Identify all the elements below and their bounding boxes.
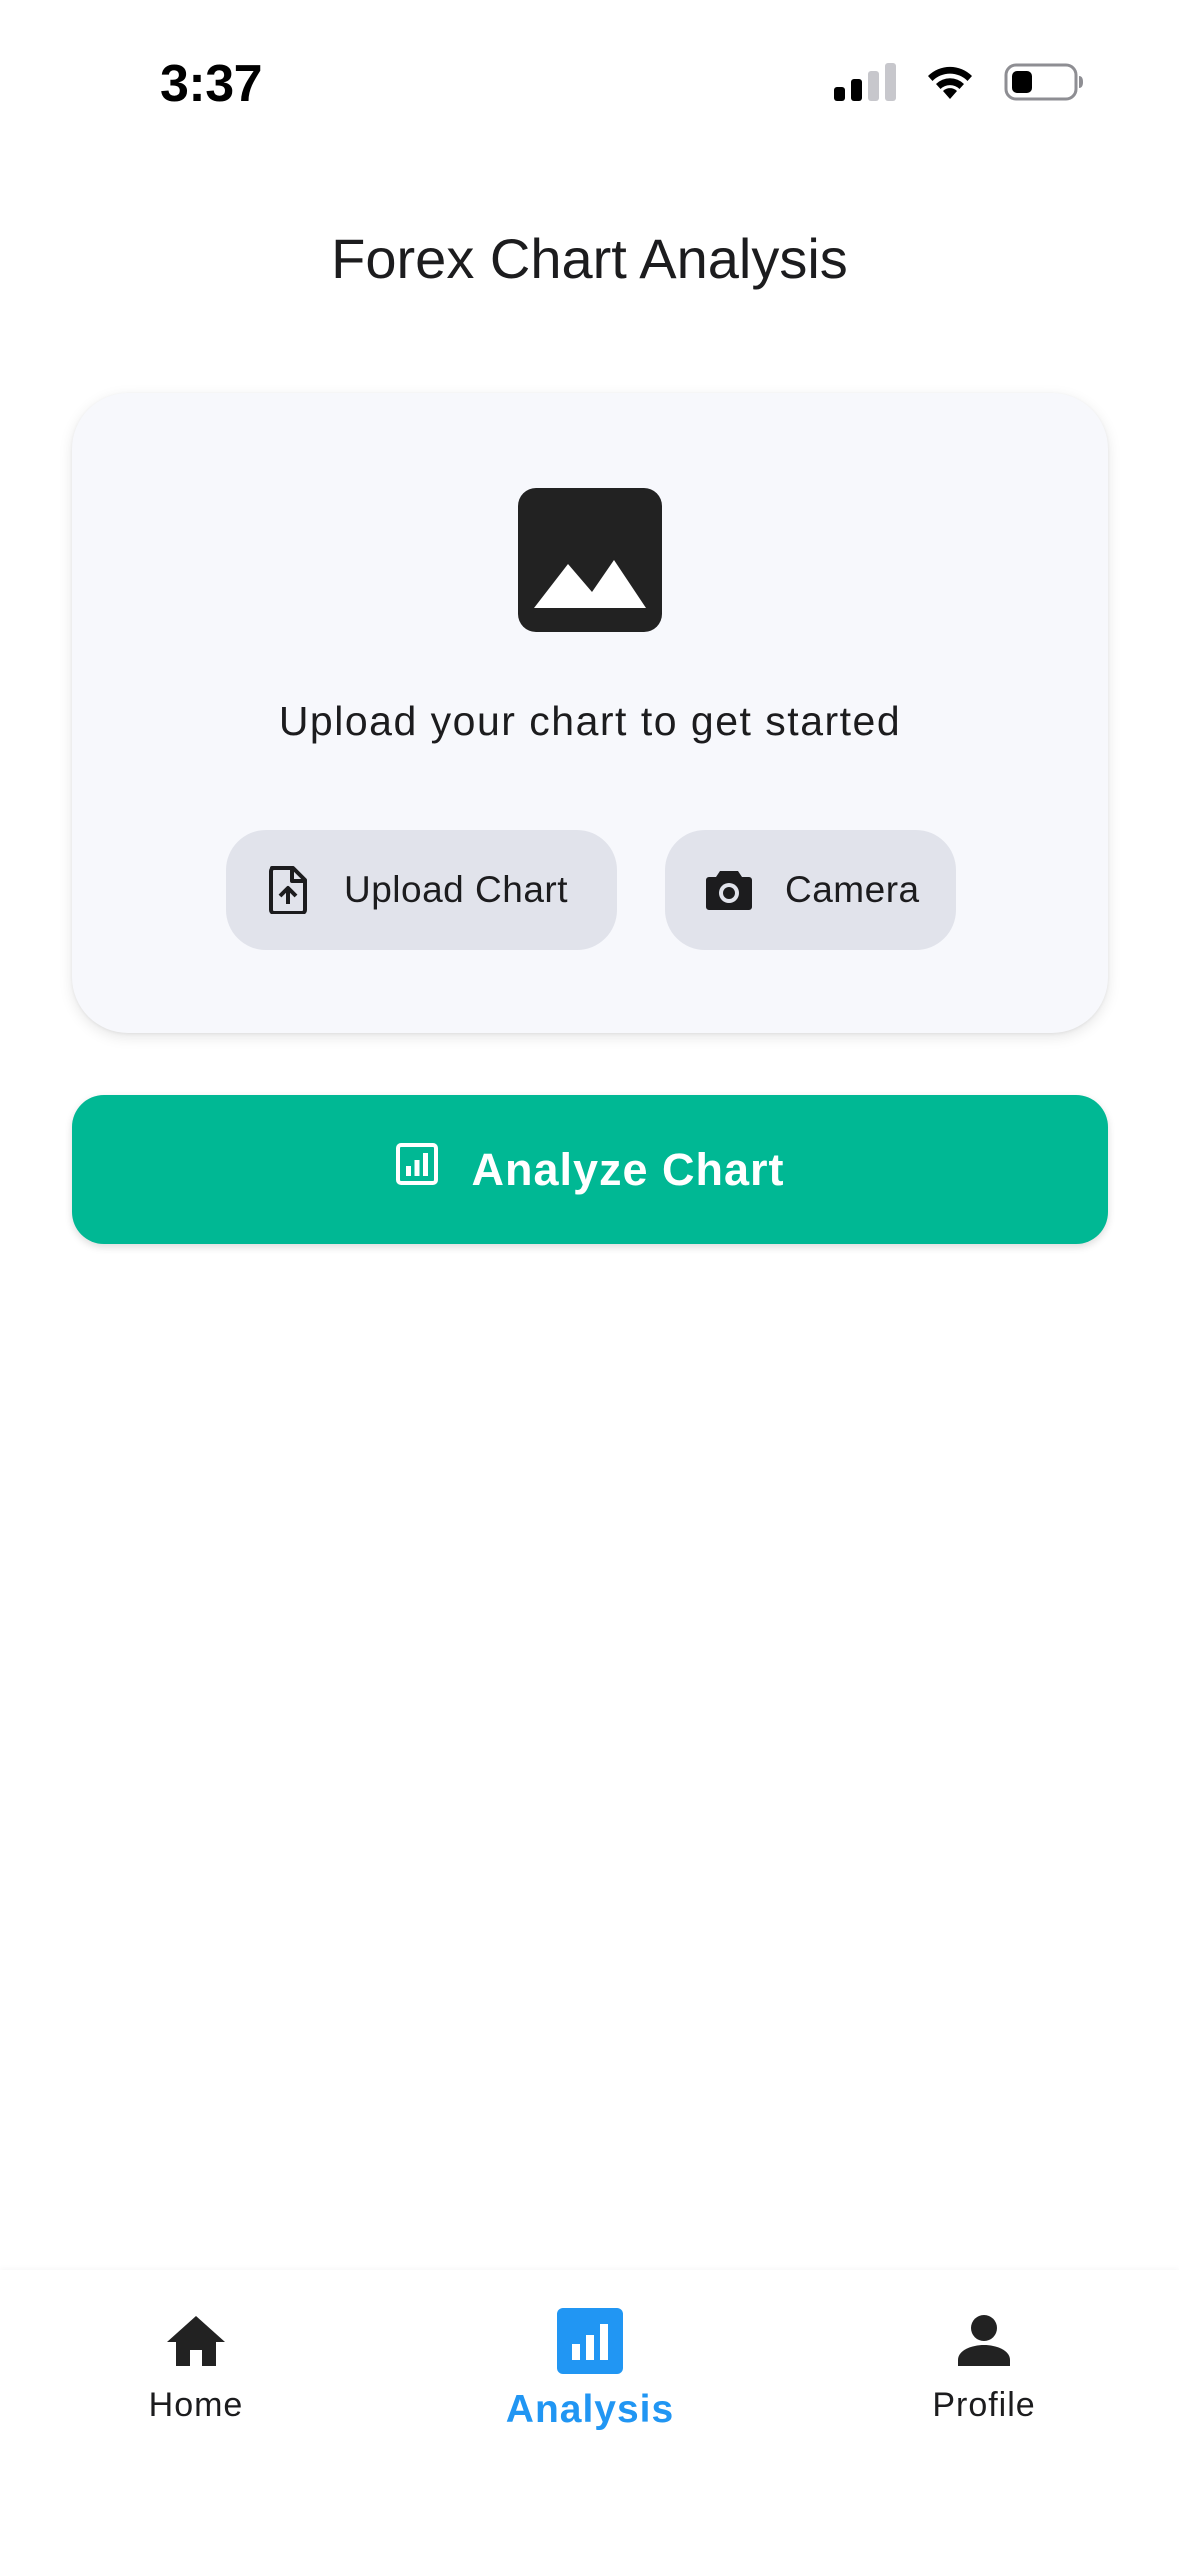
bottom-nav: Home Analysis Profile <box>0 2270 1179 2556</box>
person-icon <box>956 2308 1012 2374</box>
file-upload-icon <box>268 866 308 914</box>
nav-label-analysis: Analysis <box>505 2388 675 2431</box>
nav-item-analysis[interactable]: Analysis <box>460 2308 720 2432</box>
analyze-chart-label: Analyze Chart <box>471 1143 785 1195</box>
wifi-icon <box>928 66 972 99</box>
nav-label-profile: Profile <box>932 2386 1036 2424</box>
upload-prompt: Upload your chart to get started <box>278 698 902 744</box>
upload-chart-label: Upload Chart <box>344 869 569 910</box>
upload-card: Upload your chart to get started Upload … <box>72 393 1108 1033</box>
upload-chart-button[interactable]: Upload Chart <box>226 830 617 950</box>
analytics-icon <box>395 1142 439 1197</box>
camera-button[interactable]: Camera <box>665 830 956 950</box>
image-icon <box>518 488 662 632</box>
analytics-icon <box>557 2308 623 2374</box>
page-title: Forex Chart Analysis <box>331 227 848 290</box>
status-time: 3:37 <box>160 55 263 113</box>
camera-icon <box>705 869 753 911</box>
analyze-chart-button[interactable]: Analyze Chart <box>72 1095 1108 1244</box>
nav-label-home: Home <box>148 2386 244 2424</box>
battery-icon <box>1004 63 1083 101</box>
nav-item-home[interactable]: Home <box>66 2308 326 2425</box>
status-bar: 3:37 <box>0 0 1179 150</box>
status-icons <box>834 62 1084 102</box>
camera-label: Camera <box>785 869 920 910</box>
home-icon <box>165 2308 227 2374</box>
nav-item-profile[interactable]: Profile <box>854 2308 1114 2425</box>
cellular-signal-icon <box>834 63 896 101</box>
